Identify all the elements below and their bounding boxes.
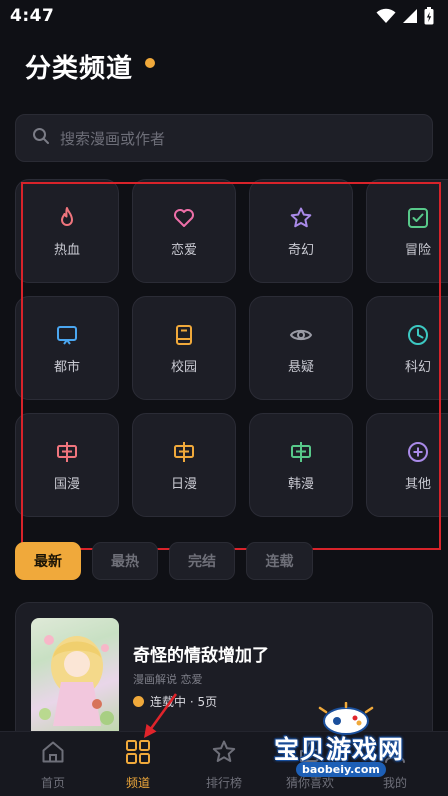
banner-icon (171, 439, 197, 465)
comic-tags: 漫画解说 恋爱 (133, 673, 203, 686)
eye-icon (288, 322, 314, 348)
nav-home[interactable]: 首页 (8, 732, 98, 796)
category-guoman[interactable]: 国漫 (15, 413, 119, 517)
battery-charging-icon (424, 7, 434, 25)
header: 分类频道 (25, 46, 156, 86)
comic-cover-image[interactable] (31, 618, 119, 740)
tab-completed[interactable]: 完结 (169, 542, 235, 580)
category-xuanyi[interactable]: 悬疑 (249, 296, 353, 400)
status-icons (376, 7, 434, 25)
clock-icon (405, 322, 431, 348)
grid-icon (125, 739, 151, 769)
search-icon (32, 127, 50, 149)
user-icon (382, 739, 408, 769)
nav-mine[interactable]: 我的 (350, 732, 440, 796)
wifi-icon (376, 8, 396, 24)
nav-label: 排行榜 (205, 775, 242, 790)
flame-icon (54, 205, 80, 231)
category-label: 冒险 (404, 242, 431, 258)
category-grid: 热血 恋爱 奇幻 冒险 都市 校园 悬疑 科幻 国漫 日漫 韩漫 其他 (15, 179, 448, 519)
nav-label: 首页 (40, 775, 65, 790)
category-label: 日漫 (170, 476, 197, 492)
banner-icon (54, 439, 80, 465)
page-title: 分类频道 (25, 53, 134, 84)
category-label: 热血 (53, 242, 80, 258)
checkbox-icon (405, 205, 431, 231)
category-label: 悬疑 (287, 359, 314, 375)
banner-icon (288, 439, 314, 465)
status-bar: 4:47 (0, 0, 448, 32)
category-label: 科幻 (404, 359, 431, 375)
nav-label: 我的 (382, 775, 407, 790)
nav-channel[interactable]: 频道 (93, 732, 183, 796)
category-label: 都市 (53, 359, 80, 375)
status-time: 4:47 (10, 6, 55, 26)
category-xiaoyuan[interactable]: 校园 (132, 296, 236, 400)
category-qihuan[interactable]: 奇幻 (249, 179, 353, 283)
home-icon (40, 739, 66, 769)
star-icon (211, 739, 237, 769)
pointer-arrow-annotation (144, 693, 178, 738)
category-dushi[interactable]: 都市 (15, 296, 119, 400)
monitor-icon (54, 322, 80, 348)
search-bar[interactable]: 搜索漫画或作者 (15, 114, 433, 162)
category-riman[interactable]: 日漫 (132, 413, 236, 517)
search-input[interactable]: 搜索漫画或作者 (60, 128, 165, 149)
tab-ongoing[interactable]: 连载 (246, 542, 313, 580)
comic-title: 奇怪的情敌增加了 (133, 646, 269, 666)
thumb-icon (297, 739, 323, 769)
tab-hot[interactable]: 最热 (92, 542, 158, 580)
category-hanman[interactable]: 韩漫 (249, 413, 353, 517)
category-label: 校园 (170, 359, 197, 375)
heart-icon (171, 205, 197, 231)
star-icon (288, 205, 314, 231)
signal-icon (402, 8, 418, 24)
plus-circle-icon (405, 439, 431, 465)
category-label: 韩漫 (287, 476, 314, 492)
nav-recommend[interactable]: 猜你喜欢 (265, 732, 355, 796)
category-lianai[interactable]: 恋爱 (132, 179, 236, 283)
category-label: 其他 (404, 476, 431, 492)
category-maoxian[interactable]: 冒险 (366, 179, 448, 283)
category-label: 恋爱 (170, 242, 197, 258)
nav-ranking[interactable]: 排行榜 (179, 732, 269, 796)
tab-latest[interactable]: 最新 (15, 542, 81, 580)
nav-label: 猜你喜欢 (285, 775, 334, 790)
category-rexue[interactable]: 热血 (15, 179, 119, 283)
category-qita[interactable]: 其他 (366, 413, 448, 517)
nav-label: 频道 (125, 775, 150, 790)
category-label: 国漫 (53, 476, 80, 492)
book-icon (171, 322, 197, 348)
category-label: 奇幻 (287, 242, 314, 258)
bottom-nav: 首页 频道 排行榜 猜你喜欢 我的 (0, 731, 448, 796)
category-kehuan[interactable]: 科幻 (366, 296, 448, 400)
title-accent-dot (145, 58, 156, 68)
